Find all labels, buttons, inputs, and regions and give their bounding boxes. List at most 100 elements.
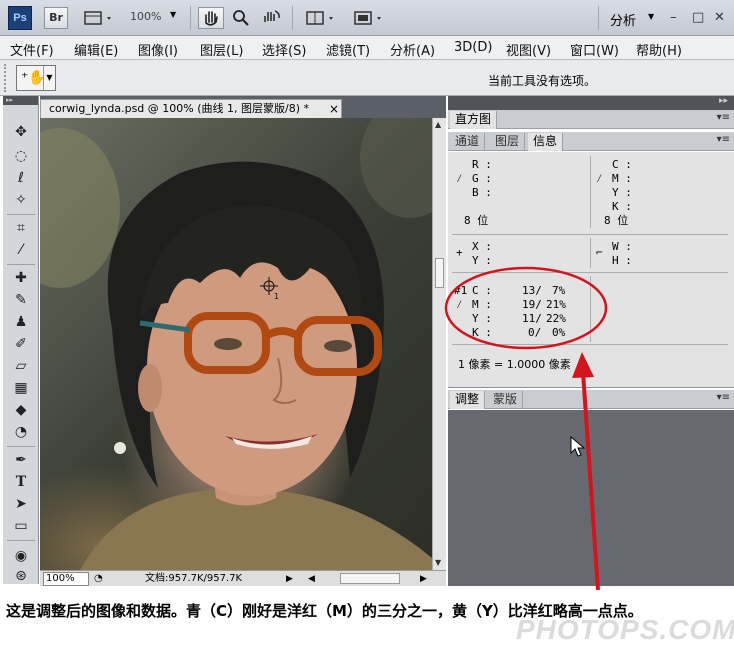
sampler-c-value: 13/ xyxy=(522,284,542,297)
info-y-label: Y : xyxy=(612,186,632,199)
zoom-field[interactable]: 100% xyxy=(43,572,89,586)
brush-tool-icon[interactable]: ✎ xyxy=(9,290,33,310)
bridge-button[interactable]: Br xyxy=(44,7,68,29)
sampler-k-value: 0/ xyxy=(528,326,542,339)
menu-image[interactable]: 图像(I) xyxy=(138,40,178,59)
chevron-down-icon[interactable]: ▼ xyxy=(648,12,654,21)
3d-orbit-tool-icon[interactable]: ⊛ xyxy=(9,566,33,586)
toolbox: ▸▸ ✥ ◌ ℓ ✧ ⌗ ⁄ ✚ ✎ ♟ ✐ ▱ ▦ ◆ ◔ ✒ T ➤ ▭ ◉… xyxy=(3,96,39,584)
scroll-thumb[interactable] xyxy=(435,258,444,288)
close-icon[interactable]: × xyxy=(329,100,339,118)
dodge-tool-icon[interactable]: ◔ xyxy=(9,422,33,442)
scroll-down-icon[interactable]: ▼ xyxy=(435,558,441,567)
menu-3d[interactable]: 3D(D) xyxy=(454,40,492,55)
panel-menu-icon[interactable]: ▾≡ xyxy=(717,112,730,123)
menu-edit[interactable]: 编辑(E) xyxy=(74,40,118,59)
horizontal-scroll-thumb[interactable] xyxy=(340,573,400,584)
sampler-y-label: Y : xyxy=(472,312,492,325)
menu-filter[interactable]: 滤镜(T) xyxy=(326,40,370,59)
chevron-down-icon[interactable]: ▼ xyxy=(43,66,55,90)
zoom-level[interactable]: 100% xyxy=(130,10,161,23)
document-tab[interactable]: corwig_lynda.psd @ 100% (曲线 1, 图层蒙版/8) *… xyxy=(40,99,342,118)
options-bar-grip[interactable] xyxy=(4,64,10,92)
toolbox-header[interactable]: ▸▸ xyxy=(3,96,38,105)
blur-tool-icon[interactable]: ◆ xyxy=(9,400,33,420)
close-button[interactable]: ✕ xyxy=(714,10,725,25)
status-menu-icon[interactable]: ▶ xyxy=(286,572,293,586)
selection-size-icon: ⌐ xyxy=(596,246,603,259)
panel-menu-icon[interactable]: ▾≡ xyxy=(717,392,730,403)
portrait-photo: 1 xyxy=(40,118,432,570)
workspace-switcher[interactable]: 分析 xyxy=(610,10,636,29)
divider xyxy=(590,276,591,342)
clone-stamp-tool-icon[interactable]: ♟ xyxy=(9,312,33,332)
separator xyxy=(292,6,293,30)
tab-channels[interactable]: 通道 xyxy=(450,133,486,151)
menu-file[interactable]: 文件(F) xyxy=(10,40,54,59)
tab-info[interactable]: 信息 xyxy=(528,133,564,151)
shape-tool-icon[interactable]: ▭ xyxy=(9,516,33,536)
separator xyxy=(7,264,35,265)
info-bits-left: 8 位 xyxy=(464,214,489,227)
separator xyxy=(7,214,35,215)
menu-select[interactable]: 选择(S) xyxy=(262,40,306,59)
status-options-icon[interactable]: ◔ xyxy=(94,572,103,586)
minimize-button[interactable]: – xyxy=(670,10,677,25)
pen-tool-icon[interactable]: ✒ xyxy=(9,450,33,470)
image-canvas[interactable]: 1 xyxy=(40,118,432,570)
panel-dock-header[interactable]: ▸▸ xyxy=(448,96,734,110)
lasso-tool-icon[interactable]: ℓ xyxy=(9,168,33,188)
screen-mode-icon[interactable] xyxy=(350,7,388,29)
info-g-label: G : xyxy=(472,172,492,185)
tab-adjustments[interactable]: 调整 xyxy=(450,391,486,409)
chevron-down-icon[interactable]: ▼ xyxy=(170,10,176,19)
sampler-y-value: 11/ xyxy=(522,312,542,325)
magic-wand-tool-icon[interactable]: ✧ xyxy=(9,190,33,210)
divider xyxy=(590,238,591,268)
vertical-scrollbar[interactable]: ▲ ▼ xyxy=(432,118,446,570)
scroll-right-icon[interactable]: ▶ xyxy=(420,572,427,586)
type-tool-icon[interactable]: T xyxy=(9,472,33,492)
move-tool-icon[interactable]: ✥ xyxy=(9,122,33,142)
menu-help[interactable]: 帮助(H) xyxy=(636,40,682,59)
gradient-tool-icon[interactable]: ▦ xyxy=(9,378,33,398)
eraser-tool-icon[interactable]: ▱ xyxy=(9,356,33,376)
path-selection-tool-icon[interactable]: ➤ xyxy=(9,494,33,514)
arrange-icon[interactable] xyxy=(302,7,340,29)
info-m-label: M : xyxy=(612,172,632,185)
document-size: 文档:957.7K/957.7K xyxy=(145,573,243,584)
adjustments-tabrow: 调整 蒙版 ▾≡ xyxy=(448,390,734,409)
sampler-m-label: M : xyxy=(472,298,492,311)
tab-masks[interactable]: 蒙版 xyxy=(488,391,524,409)
menu-window[interactable]: 窗口(W) xyxy=(570,40,619,59)
info-w-label: W : xyxy=(612,240,632,253)
zoom-icon[interactable] xyxy=(230,7,252,29)
collapse-panels-icon[interactable]: ▸▸ xyxy=(719,96,728,106)
info-panel: R : ⁄ G : B : 8 位 C : ⁄ M : Y : K : 8 位 … xyxy=(448,152,734,388)
menu-analysis[interactable]: 分析(A) xyxy=(390,40,435,59)
pixel-ratio: 1 像素 = 1.0000 像素 xyxy=(458,358,571,371)
scroll-left-icon[interactable]: ◀ xyxy=(308,572,315,586)
menu-view[interactable]: 视图(V) xyxy=(506,40,551,59)
panel-menu-icon[interactable]: ▾≡ xyxy=(717,134,730,145)
hand-icon[interactable] xyxy=(198,7,224,29)
rotate-icon[interactable] xyxy=(258,7,284,29)
tool-preset-picker[interactable]: ⁺✋ ▼ xyxy=(16,65,56,91)
healing-brush-tool-icon[interactable]: ✚ xyxy=(9,268,33,288)
layout-icon[interactable] xyxy=(80,7,118,29)
eyedropper-tool-icon[interactable]: ⁄ xyxy=(9,240,33,260)
menu-layer[interactable]: 图层(L) xyxy=(200,40,243,59)
3d-rotate-tool-icon[interactable]: ◉ xyxy=(9,546,33,566)
scroll-up-icon[interactable]: ▲ xyxy=(435,120,441,129)
history-brush-tool-icon[interactable]: ✐ xyxy=(9,334,33,354)
tab-layers[interactable]: 图层 xyxy=(490,133,526,151)
options-message: 当前工具没有选项。 xyxy=(488,74,597,88)
eyedropper-icon: ⁄ xyxy=(596,172,603,185)
marquee-tool-icon[interactable]: ◌ xyxy=(9,146,33,166)
photoshop-logo: Ps xyxy=(8,6,32,30)
tab-histogram[interactable]: 直方图 xyxy=(450,111,498,129)
maximize-button[interactable]: □ xyxy=(692,10,704,25)
crop-tool-icon[interactable]: ⌗ xyxy=(9,218,33,238)
info-bits-right: 8 位 xyxy=(604,214,629,227)
adjustments-panel xyxy=(448,410,734,586)
